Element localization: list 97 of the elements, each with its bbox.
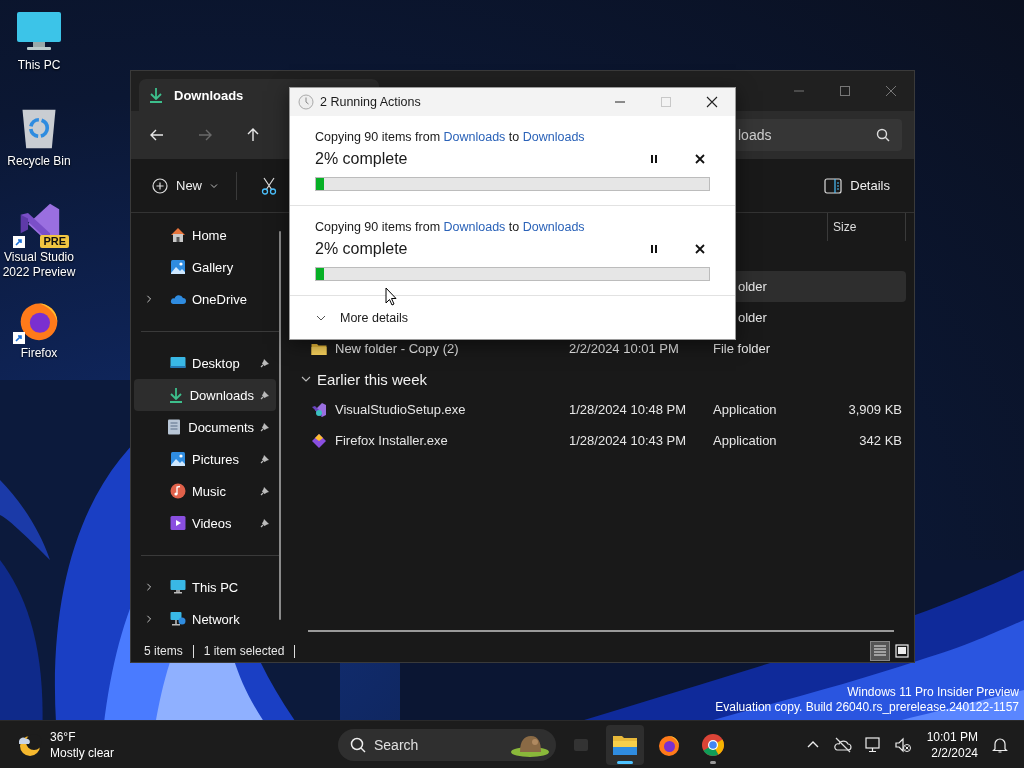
- date-modified: 1/28/2024 10:43 PM: [569, 433, 687, 448]
- destination-link[interactable]: Downloads: [522, 220, 585, 234]
- sidebar-item[interactable]: Pictures: [134, 443, 276, 475]
- desktop-shortcut[interactable]: PRE Visual Studio 2022 Preview: [0, 202, 78, 284]
- close-icon: [695, 154, 705, 164]
- sidebar-item[interactable]: Videos: [134, 507, 276, 539]
- installer-icon: [311, 432, 327, 449]
- source-link[interactable]: Downloads: [443, 220, 506, 234]
- document-icon: [166, 419, 183, 435]
- more-details-button[interactable]: More details: [316, 308, 409, 328]
- selection-count: 1 item selected: [203, 644, 285, 658]
- up-arrow-icon: [245, 127, 261, 143]
- sidebar-item[interactable]: This PC: [134, 571, 276, 603]
- file-type: Application: [713, 402, 777, 417]
- caret-icon: [210, 181, 218, 190]
- scissors-icon: [260, 176, 278, 195]
- sidebar-item[interactable]: OneDrive: [134, 283, 276, 315]
- new-button[interactable]: New: [150, 169, 220, 202]
- close-icon: [886, 86, 896, 96]
- date-modified: 1/28/2024 10:48 PM: [569, 402, 687, 417]
- home-icon: [170, 227, 186, 243]
- weather-condition: Mostly clear: [50, 744, 114, 761]
- close-icon: [706, 96, 718, 108]
- file-name: VisualStudioSetup.exe: [335, 402, 466, 417]
- file-size: 342 KB: [859, 433, 902, 448]
- operation-description: Copying 90 items from Downloads to Downloads: [315, 129, 586, 145]
- cloud-off-icon: [833, 735, 852, 754]
- sidebar-item[interactable]: Gallery: [134, 251, 276, 283]
- preview-badge: PRE: [40, 235, 69, 248]
- sidebar-item[interactable]: Documents: [134, 411, 276, 443]
- mouse-cursor-icon: [385, 287, 397, 306]
- file-type: Application: [713, 433, 777, 448]
- clock-time: 10:01 PM: [926, 728, 978, 745]
- taskbar-app[interactable]: [606, 724, 644, 765]
- column-header[interactable]: Size: [827, 213, 906, 241]
- left-arrow-icon: [149, 127, 165, 143]
- maximize-icon: [661, 97, 671, 107]
- music-icon: [170, 483, 186, 499]
- item-count: 5 items: [144, 644, 183, 658]
- sidebar-item[interactable]: Downloads: [134, 379, 276, 411]
- weather-widget[interactable]: 36°F Mostly clear: [16, 724, 338, 765]
- date-modified: 2/2/2024 10:01 PM: [569, 341, 679, 356]
- build-notice-text: Windows 11 Pro Insider Preview: [847, 685, 1019, 700]
- group-header[interactable]: Earlier this week: [299, 366, 428, 392]
- maximize-icon: [840, 86, 850, 96]
- clock-date: 2/2/2024: [931, 744, 978, 761]
- progress-status: 2% complete: [315, 240, 409, 258]
- taskbar-search-field[interactable]: Search: [338, 728, 556, 761]
- file-type: older: [738, 279, 767, 294]
- desktop-icon: [170, 355, 186, 371]
- close-icon: [695, 244, 705, 254]
- monitor-icon: [170, 579, 186, 595]
- file-name: Firefox Installer.exe: [335, 433, 448, 448]
- chrome-icon: [701, 732, 725, 757]
- network-icon: [170, 611, 186, 627]
- pictures-icon: [170, 451, 186, 467]
- plus-icon: [152, 177, 168, 194]
- sidebar-item[interactable]: Music: [134, 475, 276, 507]
- desktop-shortcut[interactable]: This PC: [0, 10, 78, 92]
- clock-icon: [298, 94, 314, 110]
- clock[interactable]: 10:01 PM 2/2/2024: [926, 728, 978, 761]
- pause-icon: [649, 244, 659, 254]
- temperature: 36°F: [50, 728, 77, 745]
- speaker-muted-icon: [893, 735, 912, 754]
- bell-icon: [992, 736, 1008, 753]
- sidebar-item[interactable]: Home: [134, 219, 276, 251]
- file-type: File folder: [713, 341, 771, 356]
- chevron-icon: [316, 313, 326, 323]
- sidebar-item[interactable]: Desktop: [134, 347, 276, 379]
- sidebar-item[interactable]: Network: [134, 603, 276, 635]
- chevron-icon: [301, 374, 311, 384]
- preview-view-button[interactable]: [892, 641, 912, 661]
- file-name: New folder - Copy (2): [335, 341, 459, 356]
- search-icon: [876, 128, 890, 142]
- desktop-shortcut[interactable]: Recycle Bin: [0, 106, 78, 188]
- list-icon: [873, 644, 887, 658]
- right-arrow-icon: [197, 127, 213, 143]
- destination-link[interactable]: Downloads: [522, 130, 585, 144]
- file-row[interactable]: New folder - Copy (2) 2/2/2024 10:01 PM File folder: [299, 333, 906, 364]
- source-link[interactable]: Downloads: [443, 130, 506, 144]
- file-row[interactable]: VisualStudioSetup.exe 1/28/2024 10:48 PM Application 3,909 KB: [299, 394, 906, 425]
- operation-description: Copying 90 items from Downloads to Downloads: [315, 219, 586, 235]
- details-pane-icon: [824, 176, 843, 195]
- video-icon: [170, 515, 186, 531]
- installer-icon: [311, 401, 327, 418]
- progress-status: 2% complete: [315, 150, 409, 168]
- desktop-shortcut[interactable]: Firefox: [0, 298, 78, 380]
- download-icon: [148, 87, 164, 103]
- file-size: 3,909 KB: [848, 402, 902, 417]
- pause-icon: [649, 154, 659, 164]
- details-button[interactable]: Details: [822, 169, 902, 202]
- network-icon: [863, 735, 882, 754]
- tiles-icon: [895, 644, 909, 658]
- build-notice-text: Evaluation copy. Build 26040.rs_prerelease.240122-1157: [715, 700, 1019, 715]
- download-icon: [167, 387, 184, 403]
- gallery-icon: [170, 259, 186, 275]
- file-row[interactable]: Firefox Installer.exe 1/28/2024 10:43 PM Application 342 KB: [299, 425, 906, 456]
